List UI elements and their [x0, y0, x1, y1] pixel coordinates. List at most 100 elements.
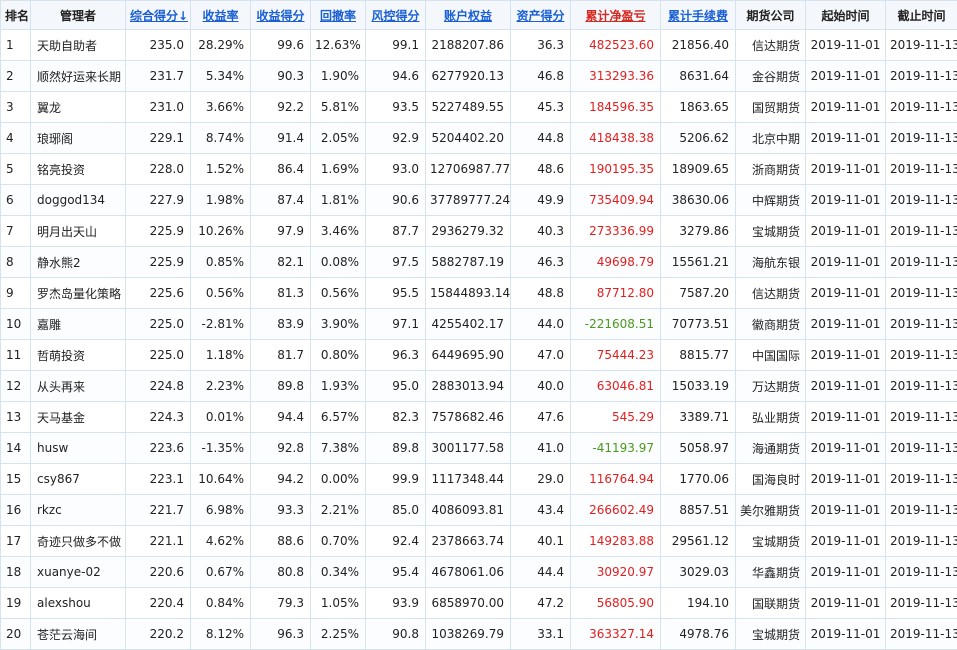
manager-link[interactable]: 哲萌投资 [30, 339, 126, 371]
table-row[interactable]: 7 明月出天山 225.9 10.26% 97.9 3.46% 87.7 2936279.32… [0, 215, 957, 247]
table-row[interactable]: 18 xuanye-02 220.6 0.67% 80.8 0.34% 95.4 467806… [0, 556, 957, 588]
leaderboard-table: 排名 管理者 综合得分↓ 收益率 收益得分 回撤率 风控得分 账户权益 资产得分… [0, 0, 957, 650]
col-fee-sort[interactable]: 累计手续费 [660, 0, 736, 30]
return-rate-cell: 10.26% [190, 215, 251, 247]
table-row[interactable]: 4 琅琊阁 229.1 8.74% 91.4 2.05% 92.9 5204402.20 44.… [0, 122, 957, 154]
table-row[interactable]: 16 rkzc 221.7 6.98% 93.3 2.21% 85.0 4086093.81 4… [0, 494, 957, 526]
rank-cell: 14 [0, 432, 31, 464]
drawdown-cell: 2.25% [310, 618, 366, 650]
return-rate-cell: 1.18% [190, 339, 251, 371]
manager-link[interactable]: 从头再来 [30, 370, 126, 402]
return-score-cell: 79.3 [250, 587, 311, 619]
total-score-cell: 223.6 [125, 432, 191, 464]
manager-link[interactable]: rkzc [30, 494, 126, 526]
total-score-cell: 227.9 [125, 184, 191, 216]
table-row[interactable]: 6 doggod134 227.9 1.98% 87.4 1.81% 90.6 3778977… [0, 184, 957, 216]
manager-link[interactable]: doggod134 [30, 184, 126, 216]
manager-link[interactable]: xuanye-02 [30, 556, 126, 588]
net-profit-cell: 87712.80 [570, 277, 661, 309]
company-cell: 万达期货 [735, 370, 806, 402]
asset-score-cell: 40.0 [510, 370, 571, 402]
fee-cell: 8857.51 [660, 494, 736, 526]
net-profit-cell: 116764.94 [570, 463, 661, 495]
drawdown-cell: 1.93% [310, 370, 366, 402]
asset-score-cell: 29.0 [510, 463, 571, 495]
return-rate-cell: 2.23% [190, 370, 251, 402]
manager-link[interactable]: 天马基金 [30, 401, 126, 433]
equity-cell: 5882787.19 [425, 246, 511, 278]
total-score-cell: 224.8 [125, 370, 191, 402]
fee-cell: 21856.40 [660, 29, 736, 61]
asset-score-cell: 44.4 [510, 556, 571, 588]
col-return-score-sort[interactable]: 收益得分 [250, 0, 311, 30]
rank-cell: 12 [0, 370, 31, 402]
table-row[interactable]: 20 苍茫云海间 220.2 8.12% 96.3 2.25% 90.8 1038269.79… [0, 618, 957, 650]
table-row[interactable]: 17 奇迹只做多不做 221.1 4.62% 88.6 0.70% 92.4 2378663.… [0, 525, 957, 557]
table-row[interactable]: 3 翼龙 231.0 3.66% 92.2 5.81% 93.5 5227489.55 45.3… [0, 91, 957, 123]
manager-link[interactable]: 罗杰岛量化策略 [30, 277, 126, 309]
company-cell: 北京中期 [735, 122, 806, 154]
manager-link[interactable]: 天助自助者 [30, 29, 126, 61]
drawdown-cell: 2.21% [310, 494, 366, 526]
table-row[interactable]: 5 铭亮投资 228.0 1.52% 86.4 1.69% 93.0 12706987.77 4… [0, 153, 957, 185]
end-date-cell: 2019-11-13 [885, 122, 957, 154]
col-total-score-sort[interactable]: 综合得分↓ [125, 0, 191, 30]
rank-cell: 10 [0, 308, 31, 340]
start-date-cell: 2019-11-01 [805, 308, 886, 340]
risk-score-cell: 90.8 [365, 618, 426, 650]
drawdown-cell: 0.00% [310, 463, 366, 495]
manager-link[interactable]: 琅琊阁 [30, 122, 126, 154]
return-rate-cell: 4.62% [190, 525, 251, 557]
risk-score-cell: 99.1 [365, 29, 426, 61]
manager-link[interactable]: 翼龙 [30, 91, 126, 123]
col-return-rate-sort[interactable]: 收益率 [190, 0, 251, 30]
table-row[interactable]: 19 alexshou 220.4 0.84% 79.3 1.05% 93.9 6858970… [0, 587, 957, 619]
total-score-cell: 235.0 [125, 29, 191, 61]
col-net-profit-sort[interactable]: 累计净盈亏 [570, 0, 661, 30]
company-cell: 国贸期货 [735, 91, 806, 123]
end-date-cell: 2019-11-13 [885, 277, 957, 309]
drawdown-cell: 0.08% [310, 246, 366, 278]
company-cell: 信达期货 [735, 277, 806, 309]
manager-link[interactable]: 明月出天山 [30, 215, 126, 247]
manager-link[interactable]: husw [30, 432, 126, 464]
fee-cell: 38630.06 [660, 184, 736, 216]
manager-link[interactable]: 奇迹只做多不做 [30, 525, 126, 557]
table-row[interactable]: 8 静水熊2 225.9 0.85% 82.1 0.08% 97.5 5882787.19 46… [0, 246, 957, 278]
table-row[interactable]: 1 天助自助者 235.0 28.29% 99.6 12.63% 99.1 2188207.8… [0, 29, 957, 61]
equity-cell: 4086093.81 [425, 494, 511, 526]
net-profit-cell: 56805.90 [570, 587, 661, 619]
start-date-cell: 2019-11-01 [805, 91, 886, 123]
manager-link[interactable]: 顺然好运来长期 [30, 60, 126, 92]
table-row[interactable]: 9 罗杰岛量化策略 225.6 0.56% 81.3 0.56% 95.5 15844893.… [0, 277, 957, 309]
manager-link[interactable]: csy867 [30, 463, 126, 495]
net-profit-cell: 75444.23 [570, 339, 661, 371]
manager-link[interactable]: 嘉雕 [30, 308, 126, 340]
col-asset-score-sort[interactable]: 资产得分 [510, 0, 571, 30]
manager-link[interactable]: 静水熊2 [30, 246, 126, 278]
company-cell: 国海良时 [735, 463, 806, 495]
col-drawdown-sort[interactable]: 回撤率 [310, 0, 366, 30]
table-row[interactable]: 14 husw 223.6 -1.35% 92.8 7.38% 89.8 3001177.58… [0, 432, 957, 464]
table-row[interactable]: 15 csy867 223.1 10.64% 94.2 0.00% 99.9 1117348.… [0, 463, 957, 495]
table-row[interactable]: 2 顺然好运来长期 231.7 5.34% 90.3 1.90% 94.6 6277920.1… [0, 60, 957, 92]
rank-cell: 19 [0, 587, 31, 619]
start-date-cell: 2019-11-01 [805, 618, 886, 650]
manager-link[interactable]: 铭亮投资 [30, 153, 126, 185]
manager-link[interactable]: 苍茫云海间 [30, 618, 126, 650]
col-risk-score-sort[interactable]: 风控得分 [365, 0, 426, 30]
return-score-cell: 93.3 [250, 494, 311, 526]
drawdown-cell: 5.81% [310, 91, 366, 123]
company-cell: 宝城期货 [735, 525, 806, 557]
risk-score-cell: 92.4 [365, 525, 426, 557]
table-row[interactable]: 10 嘉雕 225.0 -2.81% 83.9 3.90% 97.1 4255402.17 44… [0, 308, 957, 340]
start-date-cell: 2019-11-01 [805, 122, 886, 154]
table-row[interactable]: 12 从头再来 224.8 2.23% 89.8 1.93% 95.0 2883013.94 4… [0, 370, 957, 402]
table-row[interactable]: 11 哲萌投资 225.0 1.18% 81.7 0.80% 96.3 6449695.90 4… [0, 339, 957, 371]
total-score-cell: 225.0 [125, 308, 191, 340]
rank-cell: 3 [0, 91, 31, 123]
total-score-cell: 231.0 [125, 91, 191, 123]
table-row[interactable]: 13 天马基金 224.3 0.01% 94.4 6.57% 82.3 7578682.46 4… [0, 401, 957, 433]
col-equity-sort[interactable]: 账户权益 [425, 0, 511, 30]
manager-link[interactable]: alexshou [30, 587, 126, 619]
